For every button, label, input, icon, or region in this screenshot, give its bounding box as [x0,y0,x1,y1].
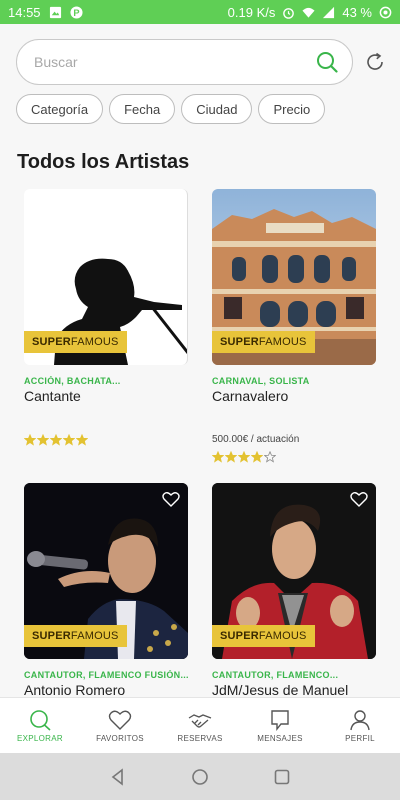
artist-price: 500.00€ / actuación [212,434,300,445]
nav-explore[interactable]: EXPLORAR [0,698,80,753]
user-icon [350,709,370,730]
artist-photo: SUPERFAMOUS [212,483,376,659]
star-filled-icon [212,451,224,463]
bottom-navigation: EXPLORAR FAVORITOS RESERVAS MENSAJES PER… [0,697,400,753]
gallery-icon [49,6,61,18]
svg-text:P: P [73,7,79,17]
artist-tags: CANTAUTOR, FLAMENCO FUSIÓN... [24,670,188,680]
app-p-icon: P [70,5,83,19]
filter-date[interactable]: Fecha [109,94,176,124]
rating-stars [212,451,376,463]
artist-name: Antonio Romero [24,682,126,698]
nav-profile[interactable]: PERFIL [320,698,400,753]
artist-card[interactable]: SUPERFAMOUS CANTAUTOR, FLAMENCO FUSIÓN..… [24,483,188,698]
search-icon[interactable] [316,51,338,73]
artist-card[interactable]: SUPERFAMOUS CANTAUTOR, FLAMENCO... JdM/J… [212,483,376,698]
home-icon[interactable] [191,768,209,786]
star-filled-icon [63,434,75,446]
nav-bookings[interactable]: RESERVAS [160,698,240,753]
search-bar[interactable] [16,39,353,85]
filter-price[interactable]: Precio [258,94,326,124]
back-icon[interactable] [109,767,127,786]
artist-card[interactable]: SUPERFAMOUS CARNAVAL, SOLISTA Carnavaler… [212,189,376,463]
artist-photo: SUPERFAMOUS [24,189,188,365]
artist-card[interactable]: SUPERFAMOUS ACCIÓN, BACHATA... Cantante [24,189,188,446]
star-empty-icon [264,451,276,463]
status-bar: 14:55 P 0.19 K/s 43 % [0,0,400,24]
filter-city[interactable]: Ciudad [181,94,253,124]
reload-icon[interactable] [363,50,387,74]
star-filled-icon [37,434,49,446]
star-filled-icon [50,434,62,446]
star-filled-icon [76,434,88,446]
nav-label: PERFIL [345,733,375,743]
superfamous-badge: SUPERFAMOUS [24,625,127,647]
system-navigation [0,753,400,800]
search-input[interactable] [34,54,316,70]
artist-photo: SUPERFAMOUS [24,483,188,659]
star-filled-icon [251,451,263,463]
star-filled-icon [24,434,36,446]
superfamous-badge: SUPERFAMOUS [212,331,315,353]
star-filled-icon [225,451,237,463]
nav-label: MENSAJES [257,733,303,743]
artist-name: Carnavalero [212,388,289,404]
artist-tags: CARNAVAL, SOLISTA [212,376,310,386]
artist-photo: SUPERFAMOUS [212,189,376,365]
heart-icon[interactable] [162,491,180,507]
alarm-icon [283,7,295,19]
nav-favorites[interactable]: FAVORITOS [80,698,160,753]
nav-label: FAVORITOS [96,733,144,743]
network-speed: 0.19 K/s [227,4,276,20]
filter-category[interactable]: Categoría [16,94,104,124]
artist-name: Cantante [24,388,81,404]
heart-icon [108,710,132,730]
nav-label: EXPLORAR [17,733,63,743]
section-title: Todos los Artistas [17,151,190,173]
status-time: 14:55 [8,4,41,20]
nav-messages[interactable]: MENSAJES [240,698,320,753]
message-icon [271,709,289,731]
heart-icon[interactable] [350,491,368,507]
nav-label: RESERVAS [177,733,223,743]
superfamous-badge: SUPERFAMOUS [212,625,315,647]
data-saver-icon [379,6,392,18]
rating-stars [24,434,188,446]
artist-name: JdM/Jesus de Manuel [212,682,349,698]
star-filled-icon [238,451,250,463]
superfamous-badge: SUPERFAMOUS [24,331,127,353]
battery-percent: 43 % [342,4,372,20]
signal-icon [323,6,335,18]
artist-tags: CANTAUTOR, FLAMENCO... [212,670,339,680]
handshake-icon [188,713,212,728]
wifi-icon [302,7,315,18]
search-icon [30,709,51,731]
filter-chips: Categoría Fecha Ciudad Precio [16,94,326,124]
recents-icon[interactable] [273,768,291,786]
artist-tags: ACCIÓN, BACHATA... [24,376,121,386]
